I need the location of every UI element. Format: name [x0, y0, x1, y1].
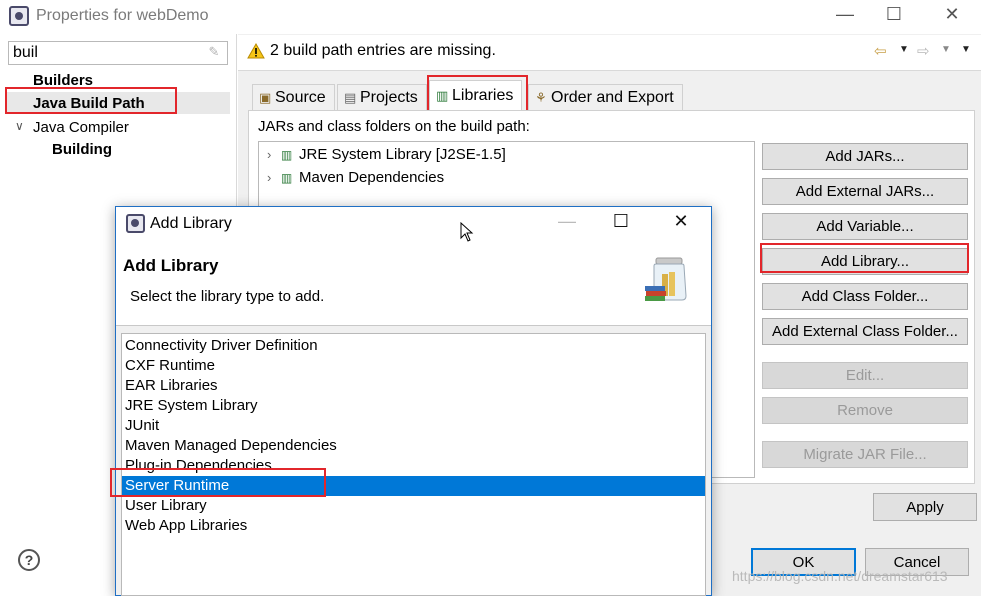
- list-item[interactable]: JUnit: [122, 416, 705, 436]
- dialog-description: Select the library type to add.: [130, 288, 325, 305]
- message-text: 2 build path entries are missing.: [270, 42, 496, 59]
- tab-order-export-label: Order and Export: [551, 89, 674, 106]
- forward-arrow-icon[interactable]: ⇨: [917, 42, 930, 60]
- tab-order-and-export[interactable]: ⚘ Order and Export: [528, 84, 683, 111]
- tab-projects[interactable]: ▤ Projects: [337, 84, 427, 111]
- library-jar-icon: [645, 257, 687, 301]
- tree-item-java-build-path[interactable]: Java Build Path: [33, 95, 145, 112]
- add-external-jars-button[interactable]: Add External JARs...: [762, 178, 968, 205]
- list-item[interactable]: Maven Managed Dependencies: [122, 436, 705, 456]
- chevron-down-icon[interactable]: ∨: [15, 119, 24, 133]
- filter-input[interactable]: [8, 41, 228, 65]
- jre-library-label: JRE System Library [J2SE-1.5]: [299, 146, 506, 163]
- source-folder-icon: ▣: [259, 90, 272, 105]
- window-title: Properties for webDemo: [36, 7, 209, 24]
- eclipse-dialog-icon: [126, 214, 145, 233]
- add-variable-button[interactable]: Add Variable...: [762, 213, 968, 240]
- add-library-button[interactable]: Add Library...: [762, 248, 968, 275]
- list-item[interactable]: EAR Libraries: [122, 376, 705, 396]
- back-dropdown-icon[interactable]: ▼: [899, 44, 909, 55]
- libraries-icon: ▥: [436, 88, 449, 103]
- maven-dependencies-label: Maven Dependencies: [299, 169, 445, 186]
- forward-dropdown-icon[interactable]: ▼: [941, 44, 951, 55]
- close-button[interactable]: ✕: [937, 4, 967, 25]
- tree-item-building[interactable]: Building: [52, 141, 112, 158]
- projects-icon: ▤: [344, 90, 357, 105]
- list-item-selected[interactable]: Server Runtime: [122, 476, 705, 496]
- chevron-right-icon[interactable]: ›: [267, 170, 281, 185]
- mouse-cursor-icon: [460, 222, 474, 242]
- back-arrow-icon[interactable]: ⇦: [874, 42, 887, 60]
- list-item[interactable]: CXF Runtime: [122, 356, 705, 376]
- maximize-button[interactable]: ☐: [879, 4, 909, 25]
- build-path-label: JARs and class folders on the build path…: [258, 118, 530, 135]
- remove-button[interactable]: Remove: [762, 397, 968, 424]
- add-jars-button[interactable]: Add JARs...: [762, 143, 968, 170]
- add-class-folder-button[interactable]: Add Class Folder...: [762, 283, 968, 310]
- edit-button[interactable]: Edit...: [762, 362, 968, 389]
- view-menu-icon[interactable]: ▼: [961, 44, 971, 55]
- list-item[interactable]: Plug-in Dependencies: [122, 456, 705, 476]
- apply-button[interactable]: Apply: [873, 493, 977, 521]
- library-icon: ▥: [281, 148, 293, 162]
- dialog-close-button[interactable]: ✕: [666, 211, 696, 232]
- help-icon[interactable]: ?: [18, 549, 40, 571]
- list-item[interactable]: Web App Libraries: [122, 516, 705, 536]
- clear-filter-icon[interactable]: ✎: [206, 44, 222, 60]
- warning-icon: [247, 43, 265, 59]
- add-external-class-folder-button[interactable]: Add External Class Folder...: [762, 318, 968, 345]
- dialog-maximize-button[interactable]: ☐: [606, 211, 636, 232]
- eclipse-app-icon: [9, 6, 29, 26]
- tab-libraries[interactable]: ▥ Libraries: [429, 80, 523, 111]
- tree-item-builders[interactable]: Builders: [33, 72, 93, 89]
- chevron-right-icon[interactable]: ›: [267, 147, 281, 162]
- library-icon: ▥: [281, 171, 293, 185]
- tab-source[interactable]: ▣ Source: [252, 84, 335, 111]
- dialog-minimize-button: —: [558, 211, 576, 231]
- tab-libraries-label: Libraries: [452, 87, 514, 104]
- tree-row-jre-system-library[interactable]: › ▥ JRE System Library [J2SE-1.5]: [267, 146, 506, 163]
- dialog-heading: Add Library: [123, 256, 219, 275]
- minimize-button[interactable]: —: [830, 4, 860, 25]
- dialog-title: Add Library: [150, 215, 232, 232]
- order-export-icon: ⚘: [535, 90, 547, 105]
- list-item[interactable]: JRE System Library: [122, 396, 705, 416]
- list-item[interactable]: Connectivity Driver Definition: [122, 336, 705, 356]
- tab-source-label: Source: [275, 89, 326, 106]
- tree-row-maven-dependencies[interactable]: › ▥ Maven Dependencies: [267, 169, 444, 186]
- list-item[interactable]: User Library: [122, 496, 705, 516]
- tree-item-java-compiler[interactable]: Java Compiler: [33, 119, 129, 136]
- migrate-jar-button[interactable]: Migrate JAR File...: [762, 441, 968, 468]
- watermark-text: https://blog.csdn.net/dreamstar613: [732, 568, 948, 584]
- tab-projects-label: Projects: [360, 89, 418, 106]
